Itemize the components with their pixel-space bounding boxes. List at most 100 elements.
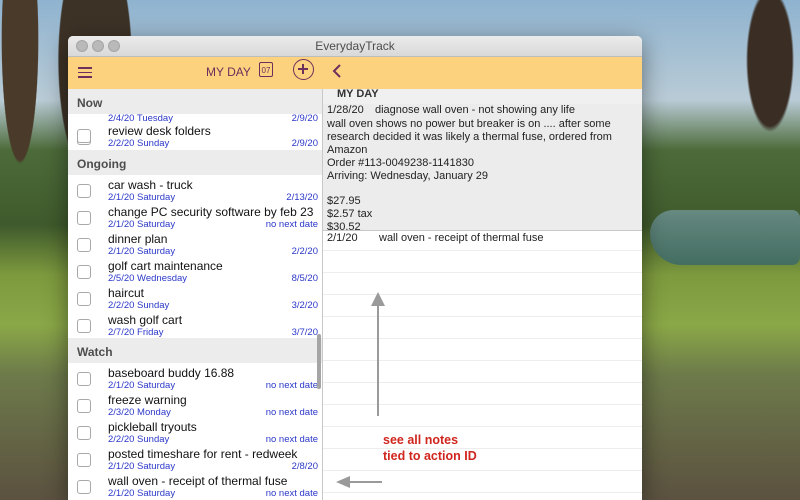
item-next-date: 2/13/20 (286, 192, 318, 203)
note-body-line: $2.57 tax (327, 208, 373, 220)
list-item[interactable]: car wash - truck 2/1/20 Saturday 2/13/20 (68, 177, 322, 204)
item-title: pickleball tryouts (108, 420, 197, 434)
item-next-date: no next date (265, 380, 318, 391)
note-title: diagnose wall oven - not showing any lif… (375, 104, 575, 116)
note-separator (323, 230, 642, 231)
list-scrollbar[interactable] (317, 334, 321, 389)
item-title: wash golf cart (108, 313, 183, 327)
note-card[interactable]: 1/28/20 diagnose wall oven - not showing… (323, 104, 642, 233)
window-title: EverydayTrack (315, 39, 395, 53)
section-header-now: Now (68, 89, 322, 114)
item-start-date: 2/1/20 Saturday (108, 488, 176, 499)
item-title: car wash - truck (108, 178, 193, 192)
item-start-date: 2/1/20 Saturday (108, 246, 176, 257)
item-start-date: 2/1/20 Saturday (108, 380, 176, 391)
note-body-line: Arriving: Wednesday, January 29 (327, 170, 489, 182)
item-checkbox[interactable] (77, 129, 91, 143)
up-arrow-icon (371, 292, 385, 416)
item-start-date: 2/2/20 Sunday (108, 300, 170, 311)
item-checkbox[interactable] (77, 319, 91, 333)
note-body-line: Order #113-0049238-1141830 (327, 157, 474, 169)
item-start-date: 2/7/20 Friday (108, 327, 164, 338)
item-title: golf cart maintenance (108, 259, 223, 273)
item-title: wall oven - receipt of thermal fuse (108, 474, 288, 488)
item-title: haircut (108, 286, 145, 300)
annotation-line: see all notes (383, 433, 459, 447)
item-checkbox[interactable] (77, 453, 91, 467)
list-item[interactable]: dinner plan 2/1/20 Saturday 2/2/20 (68, 231, 322, 258)
item-next-date: 2/8/20 (291, 461, 318, 472)
list-item[interactable]: change PC security software by feb 23 2/… (68, 204, 322, 231)
row-rule (323, 470, 642, 471)
item-title: change PC security software by feb 23 (108, 205, 314, 219)
title-bar[interactable]: EverydayTrack (68, 36, 642, 57)
section-header-ongoing: Ongoing (68, 150, 322, 175)
list-item[interactable]: haircut 2/2/20 Sunday 3/2/20 (68, 285, 322, 312)
item-start-date: 2/3/20 Monday (108, 407, 171, 418)
list-item[interactable]: posted timeshare for rent - redweek 2/1/… (68, 446, 322, 473)
item-start-date: 2/2/20 Sunday (108, 434, 170, 445)
note-body-line: wall oven shows no power but breaker is … (327, 118, 611, 130)
item-checkbox[interactable] (77, 238, 91, 252)
item-next-date: 3/7/20 (291, 327, 318, 338)
row-rule (323, 448, 642, 449)
note-body-line: Amazon (327, 144, 368, 156)
row-rule (323, 272, 642, 273)
chevron-left-icon[interactable] (330, 63, 344, 79)
row-rule (323, 426, 642, 427)
list-item[interactable]: freeze warning 2/3/20 Monday no next dat… (68, 392, 322, 419)
list-item[interactable]: baseboard buddy 16.88 2/1/20 Saturday no… (68, 365, 322, 392)
list-item[interactable]: wall oven - receipt of thermal fuse 2/1/… (68, 473, 322, 500)
row-rule (323, 492, 642, 493)
item-start-date: 2/1/20 Saturday (108, 461, 176, 472)
note-date[interactable]: 2/1/20 (327, 232, 358, 244)
annotation-text: see all notes tied to action ID (383, 432, 477, 464)
view-label[interactable]: MY DAY (206, 65, 251, 79)
item-checkbox[interactable] (77, 426, 91, 440)
pond (650, 210, 800, 265)
list-item[interactable]: review desk folders 2/2/20 Sunday 2/9/20 (68, 123, 322, 150)
item-next-date: no next date (265, 407, 318, 418)
item-start-date: 2/1/20 Saturday (108, 192, 176, 203)
item-next-date: no next date (265, 219, 318, 230)
notes-title: MY DAY (337, 88, 379, 100)
section-header-watch: Watch (68, 338, 322, 363)
item-next-date: 2/9/20 (291, 138, 318, 149)
item-checkbox[interactable] (77, 265, 91, 279)
item-start-date: 2/1/20 Saturday (108, 219, 176, 230)
item-checkbox[interactable] (77, 372, 91, 386)
calendar-icon[interactable]: 07 (259, 62, 273, 77)
item-start-date: 2/2/20 Sunday (108, 138, 170, 149)
item-title: baseboard buddy 16.88 (108, 366, 235, 380)
row-rule (323, 250, 642, 251)
note-body-line: $27.95 (327, 195, 361, 207)
notes-header: MY DAY (323, 88, 642, 104)
list-item[interactable]: golf cart maintenance 2/5/20 Wednesday 8… (68, 258, 322, 285)
item-next-date: 8/5/20 (291, 273, 318, 284)
item-next-date: no next date (265, 434, 318, 445)
item-title: review desk folders (108, 124, 211, 138)
item-next-date: 3/2/20 (291, 300, 318, 311)
item-next-date: no next date (265, 488, 318, 499)
item-next-date: 2/2/20 (291, 246, 318, 257)
toolbar: MY DAY 07 (68, 57, 642, 89)
item-title: freeze warning (108, 393, 187, 407)
item-checkbox[interactable] (77, 184, 91, 198)
action-list: Now 2/4/20 Tuesday 2/9/20 review desk fo… (68, 89, 322, 500)
item-checkbox[interactable] (77, 399, 91, 413)
list-item[interactable]: wash golf cart 2/7/20 Friday 3/7/20 (68, 312, 322, 339)
note-body-line: research decided it was likely a thermal… (327, 131, 612, 143)
annotation-line: tied to action ID (383, 449, 477, 463)
note-date: 1/28/20 (327, 104, 364, 116)
left-arrow-icon (336, 476, 382, 488)
add-icon[interactable] (293, 59, 314, 80)
menu-icon[interactable] (78, 67, 92, 78)
item-start-date: 2/5/20 Wednesday (108, 273, 188, 284)
item-checkbox[interactable] (77, 480, 91, 494)
list-item[interactable]: pickleball tryouts 2/2/20 Sunday no next… (68, 419, 322, 446)
note-title[interactable]: wall oven - receipt of thermal fuse (379, 232, 543, 244)
item-title: posted timeshare for rent - redweek (108, 447, 298, 461)
item-title: dinner plan (108, 232, 168, 246)
item-checkbox[interactable] (77, 211, 91, 225)
item-checkbox[interactable] (77, 292, 91, 306)
